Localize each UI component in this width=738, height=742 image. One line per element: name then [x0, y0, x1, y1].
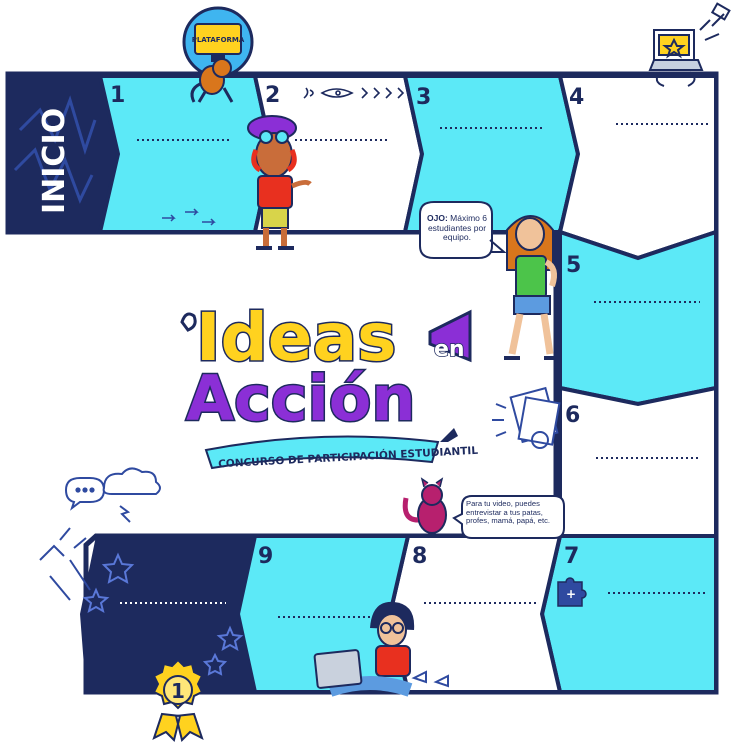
ideas-en-accion-logo: Ideas en Acción CONCURSO DE PARTICIPACIÓ… — [180, 298, 479, 470]
square-number-9: 9 — [258, 544, 273, 569]
logo-en: en — [434, 337, 465, 362]
start-label: INICIO — [37, 108, 72, 214]
medal-icon: 1 — [152, 658, 204, 742]
square-1 — [97, 74, 275, 234]
cat-illustration — [402, 477, 447, 534]
platform-label: PLATAFORMA — [192, 36, 245, 44]
square-number-2: 2 — [265, 83, 280, 108]
team-note-bold: OJO: — [427, 213, 448, 223]
papers-doodle — [492, 386, 561, 449]
square-number-6: 6 — [565, 403, 580, 428]
square-number-3: 3 — [416, 85, 431, 110]
square-number-5: 5 — [566, 253, 581, 278]
square-number-8: 8 — [412, 544, 427, 569]
square-5 — [558, 229, 718, 407]
square-number-7: 7 — [564, 544, 579, 569]
svg-text:+: + — [566, 587, 576, 601]
video-note-text: Para tu video, puedes entrevistar a tus … — [466, 499, 550, 525]
logo-accion: Acción — [186, 362, 415, 435]
megaphone: en — [428, 309, 472, 363]
puzzle-icon: + — [557, 577, 587, 607]
team-note-text: OJO: Máximo 6 estudiantes por equipo. — [424, 213, 490, 243]
square-number-1: 1 — [110, 83, 125, 108]
girl-illustration — [504, 215, 560, 360]
square-number-4: 4 — [569, 85, 584, 110]
medal-number: 1 — [171, 679, 185, 703]
square-6 — [558, 385, 718, 538]
game-board: + 1 2 3 4 5 6 7 8 9 INICIO PLATAFORMA Id… — [5, 2, 731, 742]
